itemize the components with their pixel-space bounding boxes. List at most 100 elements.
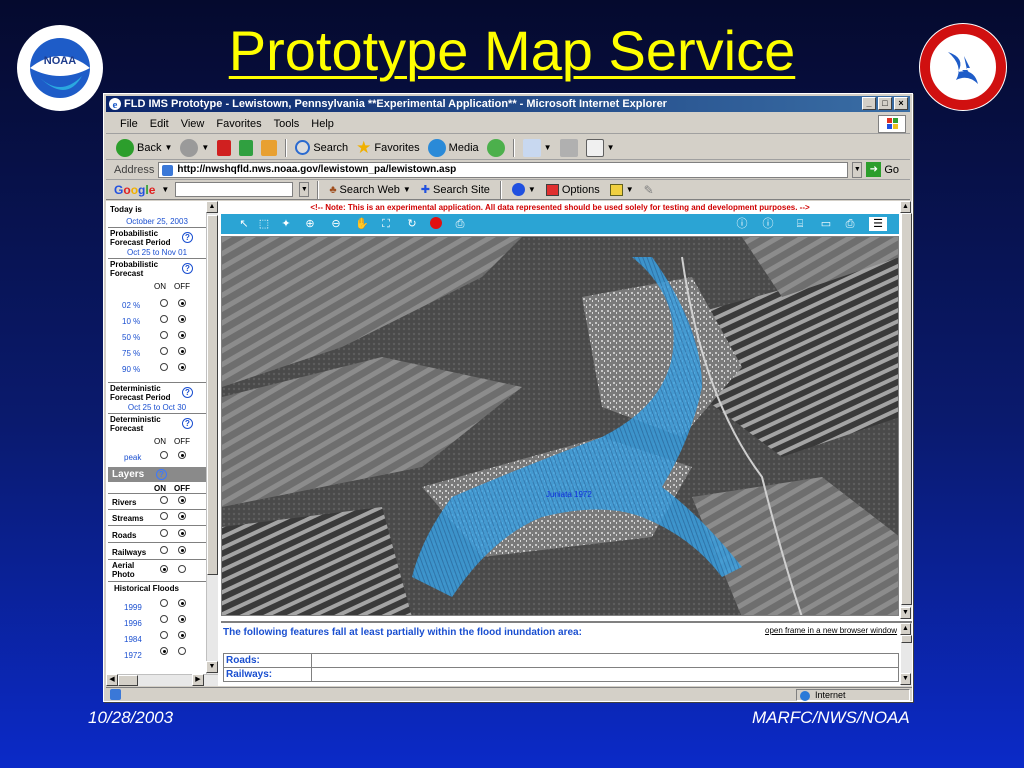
print-map-icon[interactable]: ⎙ — [453, 217, 467, 231]
scroll-down-icon[interactable]: ▼ — [900, 607, 911, 619]
address-dropdown-icon[interactable]: ▼ — [852, 161, 863, 178]
identify-tool-icon[interactable]: ✦ — [279, 217, 293, 231]
aerial-off-radio[interactable] — [178, 565, 186, 573]
help-icon[interactable]: ? — [182, 387, 193, 398]
hist-1999-off-radio[interactable] — [178, 599, 186, 607]
help-icon[interactable]: ? — [182, 232, 193, 243]
aerial-photo-map[interactable]: Juniata 1972 — [222, 237, 899, 616]
full-extent-icon[interactable]: ⛶ — [379, 217, 393, 231]
railways-off-radio[interactable] — [178, 546, 186, 554]
scroll-right-icon[interactable]: ▶ — [192, 674, 204, 686]
rivers-off-radio[interactable] — [178, 496, 186, 504]
prob-50-on-radio[interactable] — [160, 331, 168, 339]
prob-10-off-radio[interactable] — [178, 315, 186, 323]
streams-off-radio[interactable] — [178, 512, 186, 520]
favorites-button[interactable]: ★ Favorites — [354, 138, 422, 158]
select-tool-icon[interactable]: ⬚ — [257, 217, 271, 231]
hist-1996-off-radio[interactable] — [178, 615, 186, 623]
left-panel-vertical-scrollbar[interactable]: ▲ ▼ — [206, 201, 218, 674]
peak-on-radio[interactable] — [160, 451, 168, 459]
search-button[interactable]: Search — [293, 138, 350, 158]
scroll-left-icon[interactable]: ◀ — [106, 674, 118, 686]
hist-1999-on-radio[interactable] — [160, 599, 168, 607]
hist-1972-on-radio[interactable] — [160, 647, 168, 655]
pan-tool-icon[interactable]: ✋ — [355, 217, 369, 231]
open-new-window-link[interactable]: open frame in a new browser window — [765, 626, 897, 635]
menu-file[interactable]: File — [114, 118, 144, 130]
computer-tool-icon[interactable]: ▭ — [819, 217, 833, 231]
aerial-on-radio[interactable] — [160, 565, 168, 573]
forward-button[interactable]: ▼ — [178, 138, 211, 158]
maximize-button[interactable]: □ — [878, 97, 892, 110]
hist-1996-on-radio[interactable] — [160, 615, 168, 623]
refresh-button[interactable] — [237, 138, 255, 158]
highlight-button[interactable]: ✎ — [642, 180, 656, 200]
media-button[interactable]: Media — [426, 138, 481, 158]
menu-help[interactable]: Help — [305, 118, 340, 130]
scroll-up-icon[interactable]: ▲ — [900, 623, 911, 635]
prob-10-on-radio[interactable] — [160, 315, 168, 323]
roads-on-radio[interactable] — [160, 529, 168, 537]
home-button[interactable] — [259, 138, 279, 158]
legend-list-icon[interactable]: ☰ — [869, 217, 887, 231]
prob-02-on-radio[interactable] — [160, 299, 168, 307]
menu-favorites[interactable]: Favorites — [210, 118, 267, 130]
menu-tools[interactable]: Tools — [268, 118, 306, 130]
network-tool-icon[interactable]: ⌸ — [793, 217, 807, 231]
roads-off-radio[interactable] — [178, 529, 186, 537]
scroll-thumb[interactable] — [901, 635, 912, 643]
scroll-down-icon[interactable]: ▼ — [900, 673, 911, 685]
minimize-button[interactable]: _ — [862, 97, 876, 110]
help-icon[interactable]: ? — [182, 263, 193, 274]
prob-75-off-radio[interactable] — [178, 347, 186, 355]
zoom-in-icon[interactable]: ⊕ — [303, 217, 317, 231]
history-button[interactable] — [485, 138, 507, 158]
map-vertical-scrollbar[interactable]: ▲ ▼ — [900, 201, 912, 619]
print-button[interactable] — [558, 138, 580, 158]
edit-button[interactable]: ▼ — [584, 138, 617, 158]
hist-1984-off-radio[interactable] — [178, 631, 186, 639]
refresh-map-icon[interactable]: ↻ — [405, 217, 419, 231]
hist-1984-on-radio[interactable] — [160, 631, 168, 639]
prob-90-on-radio[interactable] — [160, 363, 168, 371]
streams-on-radio[interactable] — [160, 512, 168, 520]
address-input[interactable]: http://nwshqfld.nws.noaa.gov/lewistown_p… — [158, 161, 849, 178]
scroll-thumb[interactable] — [118, 675, 138, 686]
back-button[interactable]: Back ▼ — [114, 138, 174, 158]
close-button[interactable]: × — [894, 97, 908, 110]
go-button[interactable]: ➜ Go — [866, 162, 899, 177]
zoom-out-icon[interactable]: ⊖ — [329, 217, 343, 231]
rivers-on-radio[interactable] — [160, 496, 168, 504]
menu-view[interactable]: View — [175, 118, 211, 130]
scroll-down-icon[interactable]: ▼ — [206, 661, 218, 673]
scroll-thumb[interactable] — [207, 215, 218, 575]
options-button[interactable]: Options — [544, 180, 602, 200]
prob-75-on-radio[interactable] — [160, 347, 168, 355]
scroll-thumb[interactable] — [901, 213, 912, 605]
stop-map-icon[interactable] — [429, 217, 443, 231]
help-icon[interactable]: ? — [182, 418, 193, 429]
info-map-icon[interactable]: ⓘ — [735, 217, 749, 231]
search-web-button[interactable]: ♣ Search Web ▼ — [327, 180, 412, 200]
railways-on-radio[interactable] — [160, 546, 168, 554]
prob-90-off-radio[interactable] — [178, 363, 186, 371]
aerial-map[interactable]: Juniata 1972 — [221, 236, 899, 616]
prob-50-off-radio[interactable] — [178, 331, 186, 339]
stop-button[interactable] — [215, 138, 233, 158]
popup-blocker-button[interactable]: ▼ — [608, 180, 636, 200]
hist-1972-off-radio[interactable] — [178, 647, 186, 655]
google-menu-icon[interactable]: ▼ — [161, 185, 169, 194]
google-search-input[interactable] — [175, 182, 294, 197]
mail-button[interactable]: ▼ — [521, 138, 554, 158]
google-dropdown-icon[interactable]: ▼ — [299, 182, 310, 197]
prob-02-off-radio[interactable] — [178, 299, 186, 307]
peak-off-radio[interactable] — [178, 451, 186, 459]
menu-edit[interactable]: Edit — [144, 118, 175, 130]
printer-tool-icon[interactable]: ⎙ — [843, 217, 857, 231]
pointer-tool-icon[interactable]: ↖ — [237, 217, 251, 231]
identify-info-icon[interactable]: ⓘ — [761, 217, 775, 231]
help-icon[interactable]: ? — [156, 469, 167, 480]
scroll-up-icon[interactable]: ▲ — [900, 201, 911, 213]
page-info-button[interactable]: ▼ — [510, 180, 538, 200]
search-site-button[interactable]: ✚ Search Site — [419, 180, 492, 200]
